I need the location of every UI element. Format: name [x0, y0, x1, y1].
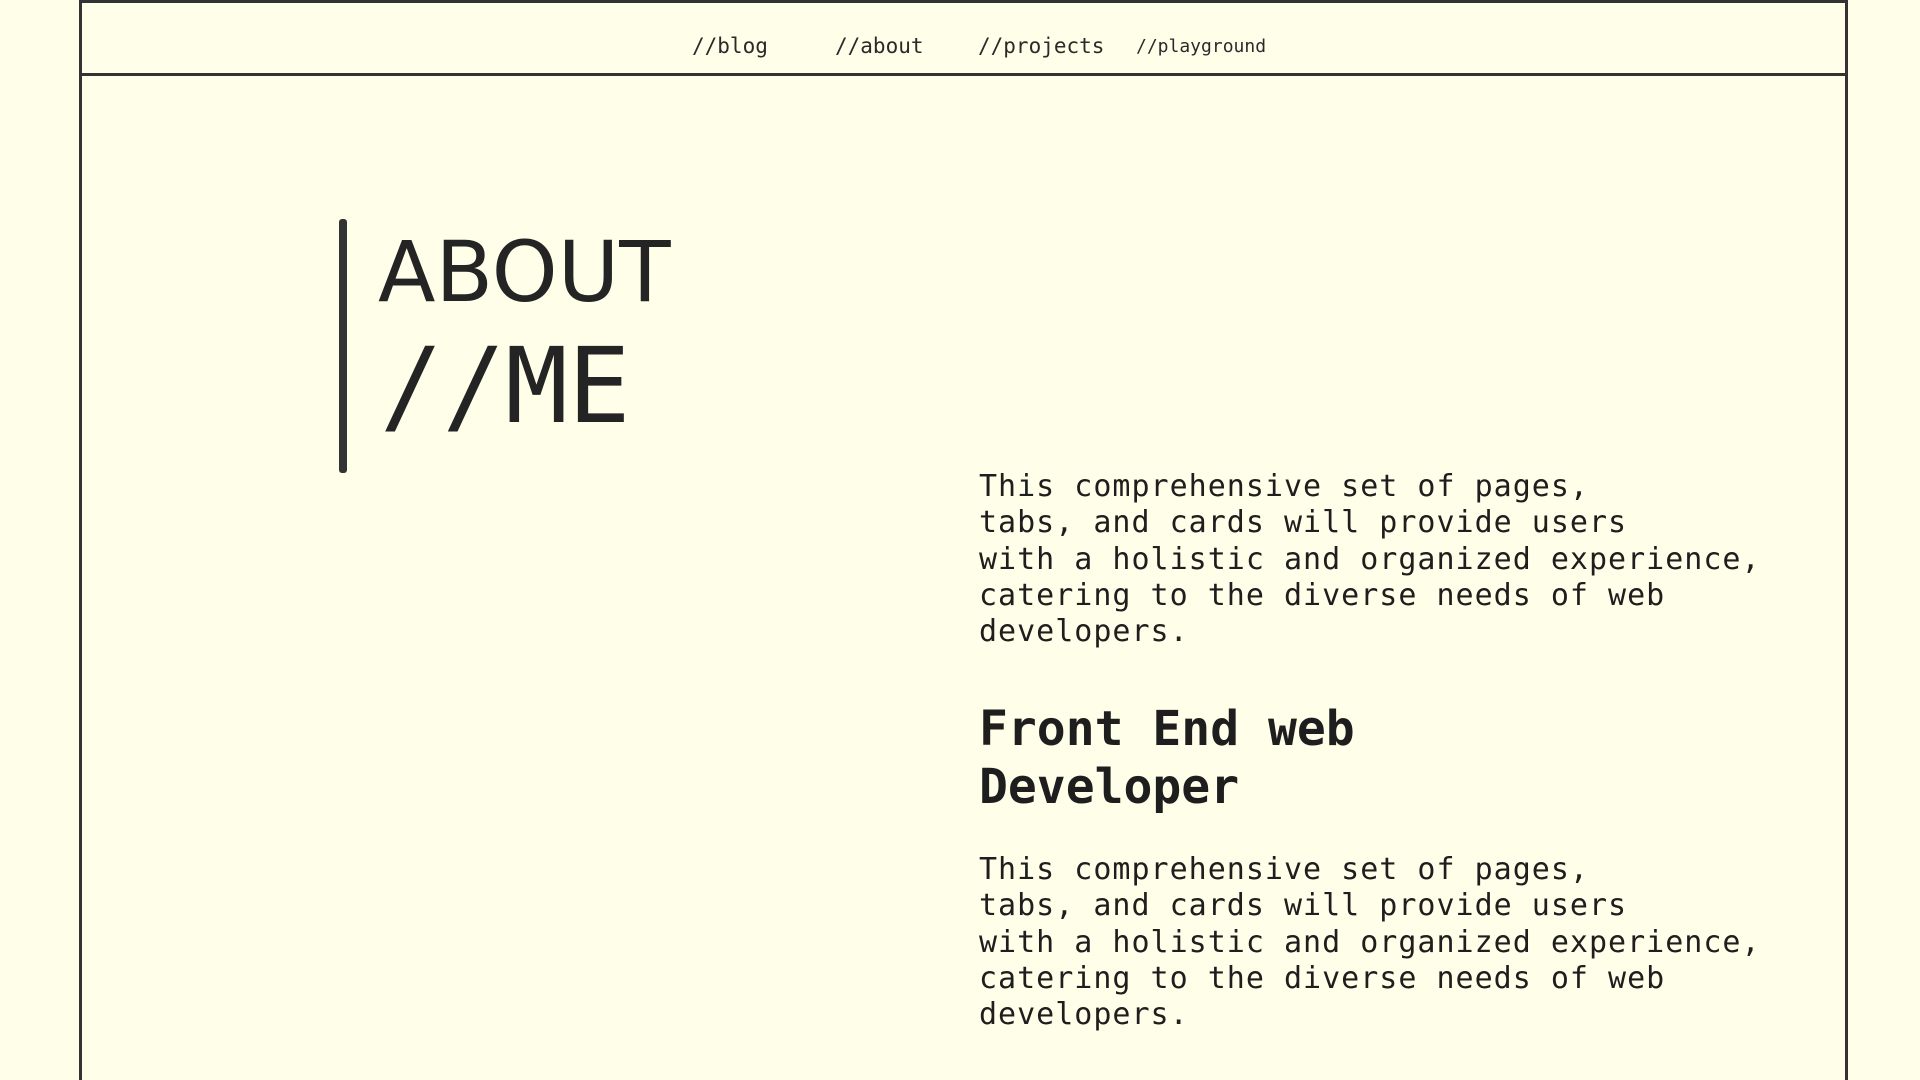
nav-link-blog[interactable]: //blog [692, 34, 768, 58]
role-description: This comprehensive set of pages, tabs, a… [979, 852, 1761, 1033]
nav-link-playground[interactable]: //playground [1136, 36, 1266, 57]
intro-paragraph: This comprehensive set of pages, tabs, a… [979, 469, 1761, 650]
nav-link-projects[interactable]: //projects [978, 34, 1104, 58]
role-heading: Front End web Developer [979, 701, 1355, 815]
nav-link-about[interactable]: //about [835, 34, 924, 58]
title-accent-bar [339, 219, 347, 473]
top-nav: //blog //about //projects //playground [82, 3, 1845, 76]
page-title-me: //ME [380, 325, 631, 447]
page-title-about: ABOUT [378, 223, 671, 321]
